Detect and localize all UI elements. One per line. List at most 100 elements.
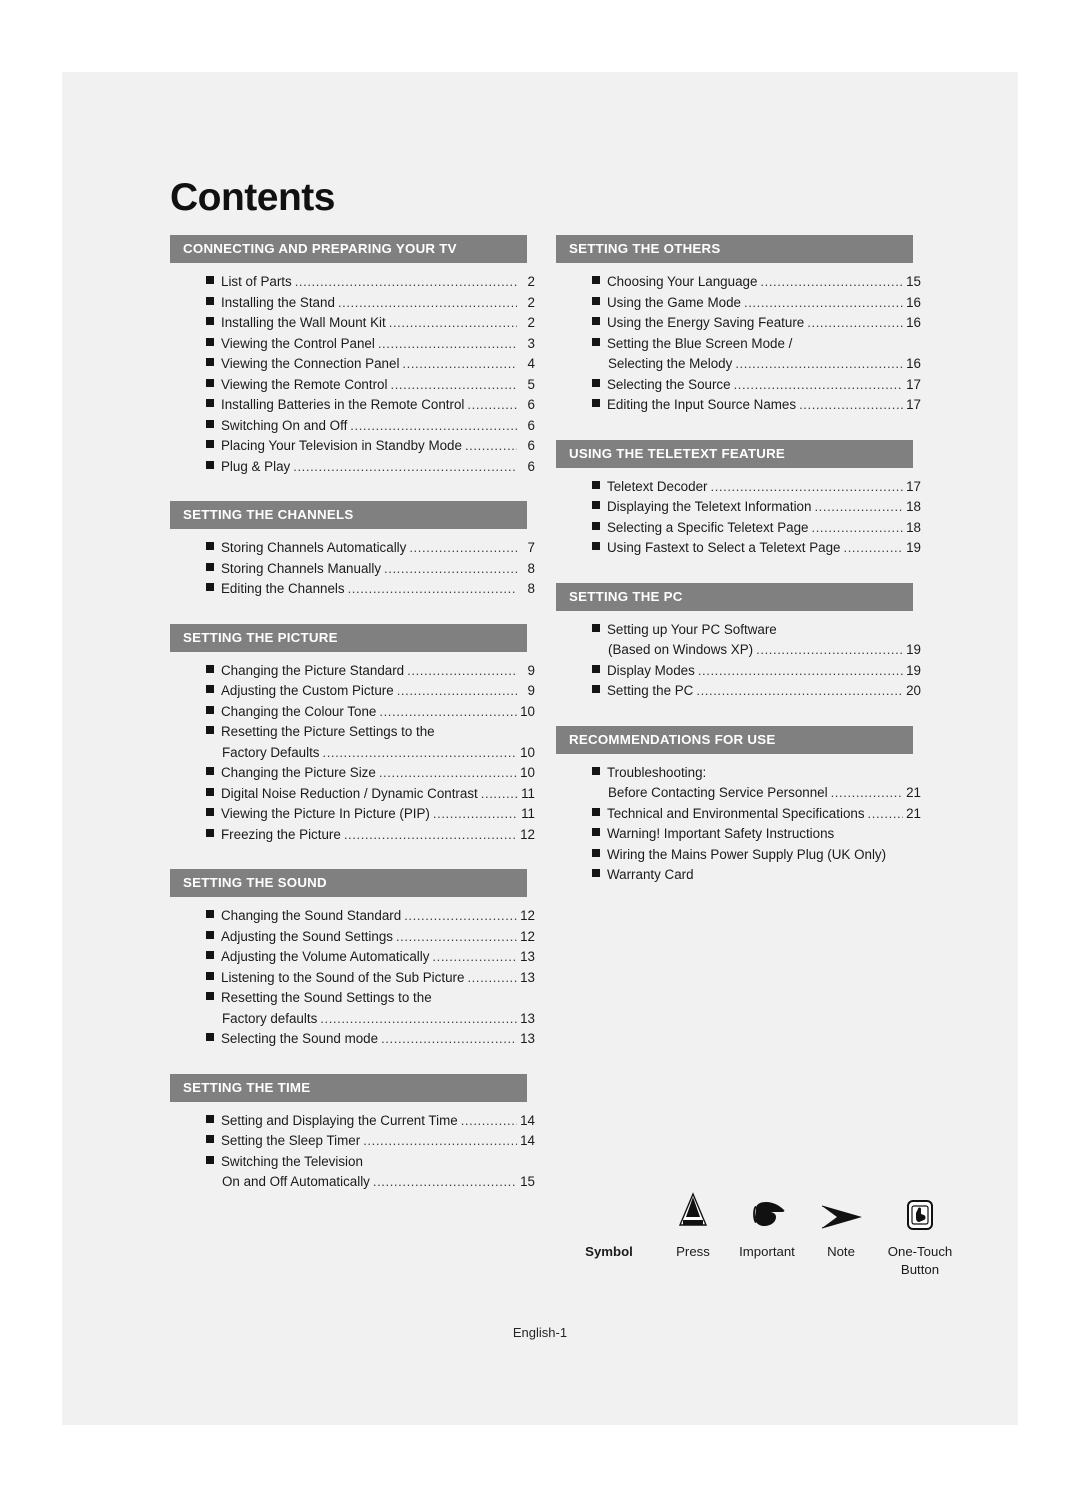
toc-entry-label: Factory Defaults — [222, 744, 320, 760]
toc-entry-label: Warning! Important Safety Instructions — [607, 826, 835, 841]
bullet-square-icon — [206, 399, 214, 407]
bullet-square-icon — [206, 296, 214, 305]
toc-entry-page: 18 — [906, 499, 921, 514]
toc-entry[interactable]: Selecting the Melody....................… — [556, 354, 921, 375]
toc-entry[interactable]: Viewing the Connection Panel............… — [170, 354, 535, 375]
bullet-square-icon — [206, 1033, 214, 1041]
toc-entry[interactable]: Switching the Television — [170, 1152, 535, 1173]
dot-leader: ........................................… — [480, 785, 517, 801]
toc-entry[interactable]: Warning! Important Safety Instructions — [556, 824, 921, 845]
toc-entry[interactable]: Storing Channels Automatically..........… — [170, 538, 535, 559]
toc-entry[interactable]: (Based on Windows XP)...................… — [556, 640, 921, 661]
toc-entry[interactable]: Freezing the Picture....................… — [170, 825, 535, 846]
section-entry-list: Choosing Your Language..................… — [556, 263, 921, 416]
toc-entry[interactable]: Changing the Sound Standard.............… — [170, 906, 535, 927]
bullet-square-icon — [206, 930, 214, 939]
toc-entry[interactable]: Editing the Channels....................… — [170, 579, 535, 600]
toc-entry[interactable]: Choosing Your Language..................… — [556, 272, 921, 293]
bullet-square-icon — [206, 1155, 214, 1164]
toc-entry[interactable]: Displaying the Teletext Information.....… — [556, 497, 921, 518]
toc-entry-page: 12 — [520, 826, 535, 842]
toc-entry[interactable]: Using Fastext to Select a Teletext Page.… — [556, 538, 921, 559]
toc-entry[interactable]: Editing the Input Source Names..........… — [556, 395, 921, 416]
toc-entry[interactable]: Setting the Sleep Timer.................… — [170, 1131, 535, 1152]
toc-entry-label: Changing the Picture Standard — [221, 662, 405, 678]
toc-entry[interactable]: Adjusting the Custom Picture............… — [170, 681, 535, 702]
toc-entry-page: 11 — [521, 806, 535, 821]
toc-entry[interactable]: Installing Batteries in the Remote Contr… — [170, 395, 535, 416]
toc-entry-label: Installing the Wall Mount Kit — [221, 315, 386, 330]
toc-entry[interactable]: Listening to the Sound of the Sub Pictur… — [170, 968, 535, 989]
toc-entry[interactable]: Selecting a Specific Teletext Page......… — [556, 518, 921, 539]
toc-entry[interactable]: Installing the Wall Mount Kit...........… — [170, 313, 535, 334]
toc-entry[interactable]: Wiring the Mains Power Supply Plug (UK O… — [556, 845, 921, 866]
toc-entry-page: 14 — [520, 1133, 535, 1148]
toc-entry[interactable]: Factory defaults........................… — [170, 1009, 535, 1030]
toc-entry-label: Troubleshooting: — [607, 764, 707, 780]
toc-entry[interactable]: Adjusting the Volume Automatically......… — [170, 947, 535, 968]
toc-entry[interactable]: Viewing the Control Panel...............… — [170, 334, 535, 355]
toc-entry[interactable]: Using the Energy Saving Feature.........… — [556, 313, 921, 334]
dot-leader: ........................................… — [337, 294, 517, 310]
toc-entry[interactable]: Selecting the Sound mode................… — [170, 1029, 535, 1050]
toc-entry[interactable]: Changing the Colour Tone................… — [170, 702, 535, 723]
toc-entry-page: 20 — [906, 683, 921, 698]
toc-entry[interactable]: Selecting the Source....................… — [556, 375, 921, 396]
toc-entry[interactable]: Plug & Play.............................… — [170, 457, 535, 478]
section-heading-bar: SETTING THE PC — [556, 582, 913, 611]
toc-entry[interactable]: Before Contacting Service Personnel.....… — [556, 783, 921, 804]
toc-entry-label: Using Fastext to Select a Teletext Page — [607, 540, 841, 555]
contents-column-right: SETTING THE OTHERS Choosing Your Language… — [556, 235, 921, 886]
dot-leader: ........................................… — [843, 540, 903, 555]
legend-label-press: Press — [676, 1244, 710, 1259]
section-heading-bar: USING THE TELETEXT FEATURE — [556, 439, 913, 468]
section-entry-list: Setting up Your PC Software (Based on Win… — [556, 611, 921, 702]
toc-entry[interactable]: Changing the Picture Size...............… — [170, 763, 535, 784]
toc-entry-page: 17 — [906, 397, 921, 412]
toc-entry[interactable]: Setting the PC..........................… — [556, 681, 921, 702]
toc-entry[interactable]: Factory Defaults........................… — [170, 743, 535, 764]
bullet-square-icon — [206, 358, 214, 366]
toc-entry[interactable]: Setting and Displaying the Current Time.… — [170, 1111, 535, 1132]
toc-entry[interactable]: Setting the Blue Screen Mode / — [556, 334, 921, 355]
bullet-square-icon — [206, 562, 214, 571]
dot-leader: ........................................… — [395, 928, 517, 944]
toc-entry[interactable]: List of Parts...........................… — [170, 272, 535, 293]
toc-entry[interactable]: Using the Game Mode.....................… — [556, 293, 921, 314]
toc-entry-page: 6 — [527, 397, 535, 412]
toc-entry-page: 15 — [520, 1174, 535, 1189]
toc-entry-page: 21 — [906, 785, 921, 800]
toc-entry-page: 19 — [906, 662, 921, 678]
toc-entry[interactable]: Digital Noise Reduction / Dynamic Contra… — [170, 784, 535, 805]
toc-entry[interactable]: Troubleshooting: — [556, 763, 921, 784]
toc-entry[interactable]: Resetting the Sound Settings to the — [170, 988, 535, 1009]
toc-entry[interactable]: On and Off Automatically................… — [170, 1172, 535, 1193]
dot-leader: ........................................… — [464, 438, 517, 453]
toc-entry[interactable]: Viewing the Remote Control..............… — [170, 375, 535, 396]
bullet-square-icon — [206, 787, 214, 796]
toc-entry[interactable]: Changing the Picture Standard...........… — [170, 661, 535, 682]
toc-entry[interactable]: Installing the Stand....................… — [170, 293, 535, 314]
toc-entry-page: 2 — [527, 315, 535, 330]
dot-leader: ........................................… — [696, 683, 903, 698]
toc-entry[interactable]: Placing Your Television in Standby Mode.… — [170, 436, 535, 457]
bullet-square-icon — [592, 869, 600, 877]
bullet-square-icon — [592, 337, 600, 346]
toc-entry[interactable]: Display Modes...........................… — [556, 661, 921, 682]
bullet-square-icon — [206, 971, 214, 980]
toc-entry[interactable]: Adjusting the Sound Settings............… — [170, 927, 535, 948]
bullet-square-icon — [206, 705, 214, 714]
toc-entry[interactable]: Teletext Decoder........................… — [556, 477, 921, 498]
dot-leader: ........................................… — [320, 1010, 517, 1026]
toc-entry[interactable]: Viewing the Picture In Picture (PIP)....… — [170, 804, 535, 825]
dot-leader: ........................................… — [814, 499, 903, 514]
toc-entry[interactable]: Switching On and Off....................… — [170, 416, 535, 437]
toc-entry-label: Technical and Environmental Specificatio… — [607, 805, 865, 821]
dot-leader: ........................................… — [378, 765, 517, 780]
toc-entry[interactable]: Resetting the Picture Settings to the — [170, 722, 535, 743]
toc-entry[interactable]: Warranty Card — [556, 865, 921, 886]
toc-entry[interactable]: Technical and Environmental Specificatio… — [556, 804, 921, 825]
toc-entry[interactable]: Storing Channels Manually...............… — [170, 559, 535, 580]
toc-entry[interactable]: Setting up Your PC Software — [556, 620, 921, 641]
